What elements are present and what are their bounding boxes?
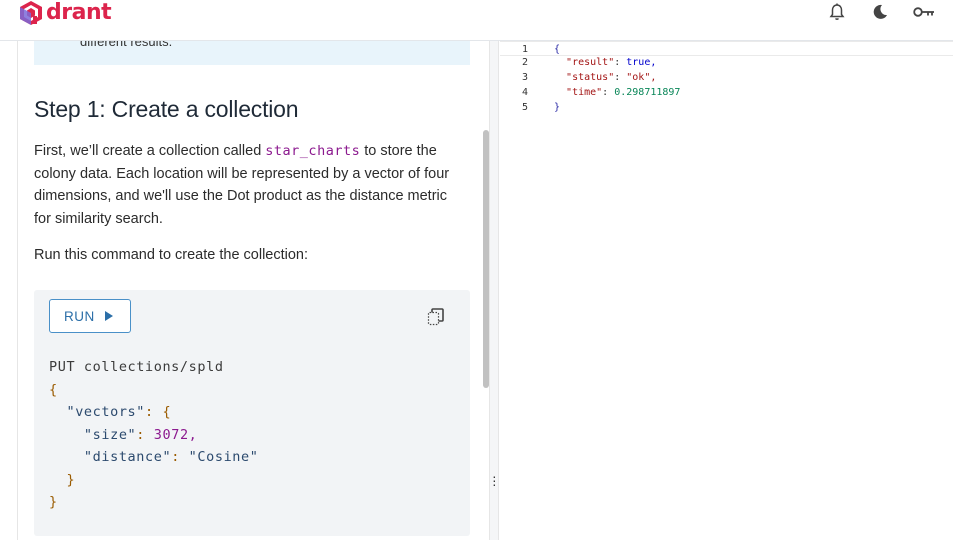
play-icon [104, 311, 113, 321]
response-key: "status" [566, 72, 615, 83]
code-line: } [49, 469, 259, 492]
line-number: 2 [522, 57, 529, 68]
code-line: "vectors": { [49, 401, 259, 424]
line-number: 4 [522, 87, 529, 98]
qdrant-logo-icon [20, 1, 42, 25]
code-token: "vectors" [66, 404, 146, 420]
moon-icon[interactable] [869, 2, 891, 22]
response-line: 1 { [500, 41, 953, 56]
info-note: different results. [34, 41, 470, 65]
response-panel: 1 { 2 "result": true, 3 "status": "ok", … [500, 41, 953, 540]
response-key: "time" [566, 87, 603, 98]
info-note-text: different results. [80, 41, 173, 49]
code-line: { [49, 381, 58, 398]
top-bar: drant [0, 0, 953, 41]
response-value: "ok", [626, 72, 657, 83]
qdrant-logo[interactable]: drant [18, 0, 112, 26]
response-content: "status": "ok", [566, 72, 657, 83]
response-line: 3 "status": "ok", [500, 70, 953, 85]
code-token: "size" [83, 426, 137, 443]
response-content: "time": 0.298711897 [566, 87, 681, 98]
code-token: } [66, 471, 76, 488]
drag-handle-icon[interactable]: · · · [492, 469, 497, 491]
key-icon[interactable] [913, 2, 935, 22]
run-button-label: RUN [64, 308, 95, 324]
code-token: : [171, 449, 189, 465]
description-text-1: First, we’ll create a collection called [34, 143, 266, 159]
panel-splitter[interactable] [489, 41, 499, 540]
response-close-brace: } [554, 102, 561, 113]
logo-text: drant [46, 0, 112, 25]
code-line: "size": 3072, [49, 424, 259, 447]
code-token: : [136, 426, 154, 443]
code-token: 3072, [153, 426, 198, 443]
response-line: 5 } [500, 100, 953, 115]
code-content: PUT collections/spld { "vectors": { "size… [49, 356, 259, 514]
line-number: 3 [522, 72, 529, 83]
run-button[interactable]: RUN [49, 299, 131, 333]
step-description: First, we’ll create a collection called … [34, 140, 466, 230]
response-key: "result" [566, 57, 615, 68]
response-line: 2 "result": true, [500, 55, 953, 70]
code-line: PUT collections/spld [49, 359, 224, 375]
code-token: "Cosine" [188, 449, 259, 465]
step-title: Step 1: Create a collection [34, 96, 299, 122]
code-block: RUN PUT collections/spld { "vectors": { "… [34, 290, 470, 536]
line-number: 5 [522, 102, 529, 113]
bell-icon[interactable] [826, 2, 848, 22]
code-token: : { [145, 404, 172, 420]
collection-name-code: star_charts [265, 143, 361, 159]
code-line: "distance": "Cosine" [49, 446, 259, 469]
copy-icon[interactable] [426, 307, 446, 327]
response-line: 4 "time": 0.298711897 [500, 85, 953, 100]
tutorial-panel[interactable]: different results. Step 1: Create a coll… [17, 41, 499, 540]
code-line: } [49, 494, 58, 510]
response-content: "result": true, [566, 57, 657, 68]
response-value: true, [626, 57, 657, 68]
code-token: "distance" [83, 449, 172, 465]
run-instruction: Run this command to create the collectio… [34, 247, 309, 263]
response-value: 0.298711897 [614, 87, 681, 98]
